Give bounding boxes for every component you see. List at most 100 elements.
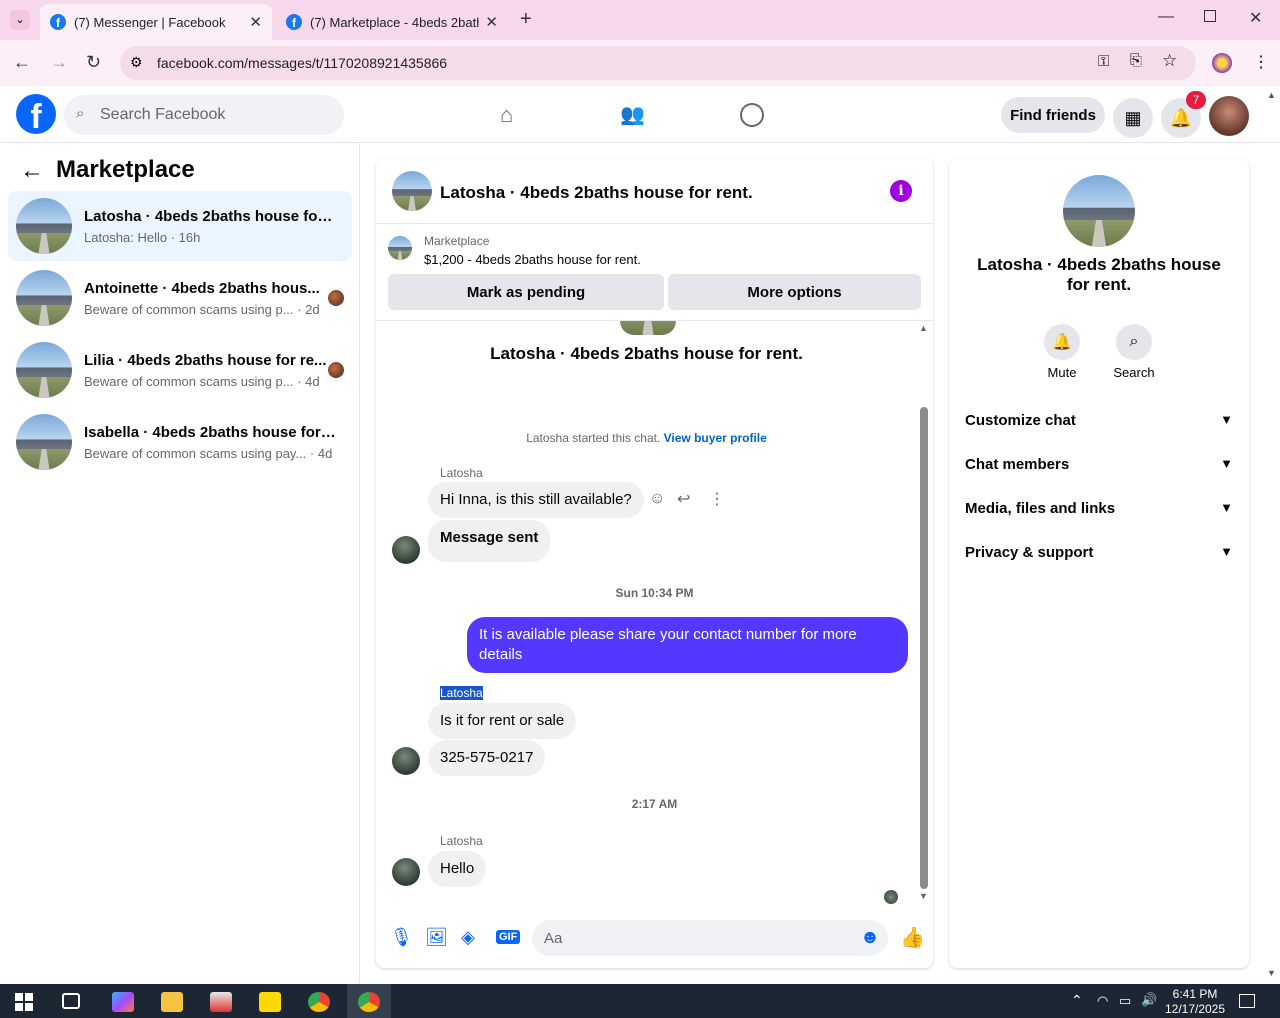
scroll-up-icon[interactable]: ▲ — [919, 323, 928, 333]
new-tab-icon[interactable]: + — [520, 8, 532, 31]
url-text: facebook.com/messages/t/1170208921435866 — [157, 55, 448, 71]
search-input[interactable]: ⌕ Search Facebook — [64, 95, 344, 135]
search-icon: ⌕ — [76, 105, 85, 122]
more-actions-icon[interactable]: ⋮ — [709, 489, 725, 509]
conversation-item[interactable]: Latosha · 4beds 2baths house for r... La… — [8, 191, 352, 261]
groups-icon[interactable] — [740, 103, 764, 127]
message-input[interactable]: Aa ☻ — [532, 920, 888, 956]
conversation-item[interactable]: Antoinette · 4beds 2baths hous... Beware… — [8, 263, 352, 333]
emoji-icon[interactable]: ☻ — [860, 927, 880, 949]
photo-icon[interactable]: 🖼 — [425, 927, 448, 948]
profile-icon[interactable] — [1212, 53, 1232, 73]
chat-title[interactable]: Latosha · 4beds 2baths house for rent. — [440, 183, 753, 203]
privacy-support-section[interactable]: Privacy & support ▼ — [965, 544, 1233, 561]
chat-avatar[interactable] — [392, 171, 432, 211]
account-avatar[interactable] — [1209, 96, 1249, 136]
message-bubble[interactable]: Is it for rent or sale — [428, 703, 577, 739]
gif-icon[interactable]: GIF — [496, 930, 521, 944]
message-bubble[interactable]: Hello — [428, 851, 487, 887]
scroll-thumb[interactable] — [920, 407, 928, 889]
view-buyer-profile-link[interactable]: View buyer profile — [664, 431, 767, 445]
clock-time: 6:41 PM — [1172, 987, 1218, 1001]
windows-start-icon[interactable] — [15, 993, 33, 1011]
conversation-name: Lilia · 4beds 2baths house for re... — [84, 352, 327, 369]
listing-avatar — [16, 414, 72, 470]
site-info-icon[interactable]: ⚙ — [130, 54, 143, 71]
microphone-icon[interactable]: 🎙 — [390, 927, 413, 948]
listing-thumbnail[interactable] — [388, 236, 412, 260]
chat-info-panel: Latosha · 4beds 2baths house for rent. 🔔… — [949, 159, 1249, 968]
conversation-item[interactable]: Lilia · 4beds 2baths house for re... Bew… — [8, 335, 352, 405]
menu-kebab-icon[interactable]: ⋮ — [1253, 52, 1269, 72]
react-icon[interactable]: ☺ — [649, 490, 665, 508]
home-icon[interactable]: ⌂ — [500, 102, 513, 128]
forward-icon[interactable]: → — [50, 52, 68, 72]
listing-price[interactable]: $1,200 - 4beds 2baths house for rent. — [424, 252, 641, 267]
tab-messenger[interactable]: f (7) Messenger | Facebook ✕ — [40, 4, 272, 40]
address-toolbar: ← → ↻ ⚙ facebook.com/messages/t/11702089… — [0, 40, 1280, 86]
message-scrollbar[interactable]: ▲ ▼ — [919, 323, 929, 901]
chrome-active-slot[interactable] — [347, 984, 391, 1018]
reload-icon[interactable]: ↻ — [86, 52, 101, 72]
wifi-icon[interactable]: ◠ — [1097, 993, 1108, 1009]
sender-avatar — [392, 858, 420, 886]
facebook-favicon-icon: f — [286, 14, 302, 30]
task-view-icon[interactable] — [62, 993, 80, 1009]
listing-avatar — [16, 342, 72, 398]
mark-pending-button[interactable]: Mark as pending — [388, 274, 664, 310]
close-tab-icon[interactable]: ✕ — [249, 13, 262, 31]
profile-name: Latosha · 4beds 2baths house for rent. — [977, 255, 1221, 294]
volume-icon[interactable]: 🔊 — [1141, 992, 1157, 1008]
close-tab-icon[interactable]: ✕ — [485, 13, 498, 31]
battery-icon[interactable]: ▭ — [1119, 993, 1131, 1009]
address-bar[interactable]: ⚙ facebook.com/messages/t/11702089214358… — [120, 46, 1196, 80]
password-key-icon[interactable]: ⚿ — [1098, 53, 1109, 70]
composer-placeholder: Aa — [544, 930, 563, 947]
sticker-icon[interactable]: ◈ — [461, 927, 475, 948]
find-friends-button[interactable]: Find friends — [1001, 97, 1105, 133]
media-files-links-section[interactable]: Media, files and links ▼ — [965, 500, 1233, 517]
back-icon[interactable]: ← — [13, 52, 31, 72]
page-scroll-down-icon[interactable]: ▼ — [1267, 968, 1276, 978]
minimize-icon[interactable]: — — [1158, 8, 1174, 26]
tab-search-icon[interactable]: ⌄ — [10, 10, 30, 30]
mute-bell-icon[interactable]: 🔔 — [1044, 324, 1080, 360]
tab-marketplace[interactable]: f (7) Marketplace - 4beds 2baths ✕ — [276, 4, 508, 40]
message-bubble[interactable]: Hi Inna, is this still available? — [428, 482, 644, 518]
chat-members-section[interactable]: Chat members ▼ — [965, 456, 1233, 473]
chat-header: Latosha · 4beds 2baths house for rent. i — [376, 159, 933, 224]
seen-avatar — [328, 362, 344, 378]
menu-grid-icon[interactable]: ▦ — [1113, 98, 1153, 138]
message-bubble[interactable]: Message sent — [428, 520, 551, 562]
info-icon[interactable]: i — [890, 180, 912, 202]
bookmark-star-icon[interactable]: ☆ — [1162, 51, 1177, 71]
tab-title: (7) Marketplace - 4beds 2baths — [310, 14, 480, 30]
install-app-icon[interactable]: ⎘ — [1130, 52, 1142, 69]
copilot-icon[interactable] — [112, 992, 134, 1012]
notification-center-icon[interactable] — [1239, 994, 1255, 1008]
customize-chat-section[interactable]: Customize chat ▼ — [965, 412, 1233, 429]
facebook-logo-icon[interactable]: f — [16, 94, 56, 134]
like-thumb-icon[interactable]: 👍 — [900, 925, 925, 950]
scroll-down-icon[interactable]: ▼ — [919, 891, 928, 901]
sticky-notes-icon[interactable] — [259, 992, 281, 1012]
system-clock[interactable]: 6:41 PM 12/17/2025 — [1160, 987, 1230, 1017]
tray-chevron-icon[interactable]: ⌃ — [1071, 992, 1083, 1009]
profile-avatar[interactable] — [1063, 175, 1135, 247]
close-window-icon[interactable]: ✕ — [1249, 8, 1262, 28]
search-icon[interactable]: ⌕ — [1116, 324, 1152, 360]
restore-icon[interactable] — [1204, 10, 1216, 22]
chrome-icon[interactable] — [308, 992, 330, 1012]
back-arrow-icon[interactable]: ← — [20, 157, 44, 185]
paint-icon[interactable] — [210, 992, 232, 1012]
reply-icon[interactable]: ↩ — [677, 489, 690, 509]
my-message-bubble[interactable]: It is available please share your contac… — [467, 617, 908, 673]
file-explorer-icon[interactable] — [161, 992, 183, 1012]
message-bubble[interactable]: 325-575-0217 — [428, 740, 546, 776]
listing-label: Marketplace — [424, 234, 490, 248]
page-scroll-up-icon[interactable]: ▲ — [1267, 90, 1276, 100]
conversation-item[interactable]: Isabella · 4beds 2baths house for r... B… — [8, 407, 352, 477]
friends-icon[interactable]: 👥 — [620, 102, 645, 127]
more-options-button[interactable]: More options — [668, 274, 921, 310]
sender-name: Latosha — [440, 834, 483, 848]
